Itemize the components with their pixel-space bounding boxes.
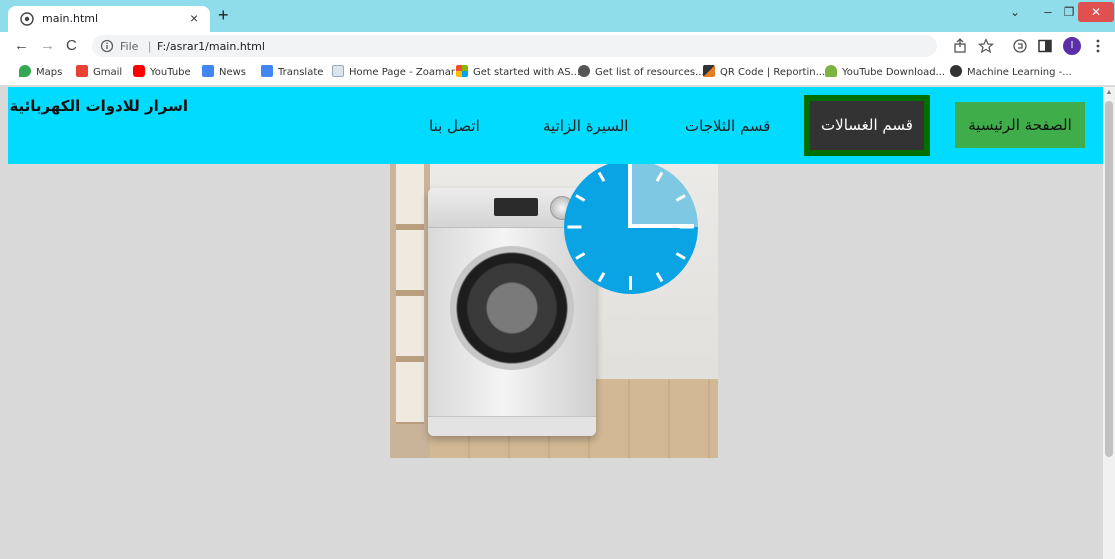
bookmark-news[interactable]: News (202, 65, 246, 81)
clock-hour-hand (630, 224, 694, 228)
info-icon[interactable] (100, 39, 114, 53)
page-viewport: اسرار للادوات الكهربائية اتصل بنا السيرة… (0, 87, 1103, 559)
nav-washers-label: قسم الغسالات (810, 101, 924, 150)
reload-icon[interactable]: C (66, 36, 77, 56)
nav-fridges-link[interactable]: قسم الثلاجات (685, 117, 770, 135)
bookmarks-bar: Maps Gmail YouTube News Translate Home P… (0, 60, 1115, 86)
nav-bio-link[interactable]: السيرة الزاتية (543, 117, 628, 135)
bookmark-resources[interactable]: Get list of resources... (578, 65, 705, 81)
globe-icon (578, 65, 590, 77)
clock-icon (564, 164, 698, 294)
address-bar[interactable]: File | F:/asrar1/main.html (92, 35, 937, 57)
scroll-thumb[interactable] (1105, 101, 1113, 457)
bookmark-machine-learning[interactable]: Machine Learning -... (950, 65, 1072, 81)
translate-icon (261, 65, 273, 77)
scroll-up-icon[interactable]: ▲ (1103, 87, 1115, 99)
page-icon (332, 65, 344, 77)
url-text[interactable]: F:/asrar1/main.html (157, 40, 265, 53)
gmail-icon (76, 65, 88, 77)
restore-button[interactable]: ❐ (1058, 2, 1080, 22)
menu-icon[interactable] (1090, 38, 1106, 54)
bookmark-youtube-download[interactable]: YouTube Download... (825, 65, 945, 81)
news-icon (202, 65, 214, 77)
browser-window: main.html × + ⌄ – ❐ ✕ ← → C File | F:/as… (0, 0, 1115, 559)
scheme-label: File (120, 40, 139, 53)
youtube-icon (133, 65, 145, 77)
washing-machine-image (390, 164, 718, 458)
bookmark-youtube[interactable]: YouTube (133, 65, 191, 81)
ml-icon (950, 65, 962, 77)
bookmark-qr-code[interactable]: QR Code | Reportin... (703, 65, 825, 81)
globe-icon (20, 12, 34, 26)
close-window-button[interactable]: ✕ (1078, 2, 1114, 22)
bookmark-zoamar[interactable]: Home Page - Zoamar (332, 65, 455, 81)
bookmark-maps[interactable]: Maps (19, 65, 62, 81)
windows-icon (456, 65, 468, 77)
profile-avatar[interactable]: I (1063, 37, 1081, 55)
nav-contact-link[interactable]: اتصل بنا (429, 117, 480, 135)
minimize-button[interactable]: – (1038, 2, 1058, 22)
bookmark-translate[interactable]: Translate (261, 65, 323, 81)
qr-icon (703, 65, 715, 77)
share-icon[interactable] (952, 38, 968, 54)
nav-washers-link[interactable]: قسم الغسالات (804, 95, 930, 156)
clock-minute-hand (628, 164, 632, 228)
scheme-separator: | (148, 39, 152, 53)
maps-icon (19, 65, 31, 77)
sidebar-icon[interactable] (1037, 38, 1053, 54)
site-navbar: اسرار للادوات الكهربائية اتصل بنا السيرة… (8, 87, 1103, 164)
site-brand: اسرار للادوات الكهربائية (9, 97, 188, 115)
tab-search-icon[interactable]: ⌄ (1006, 2, 1024, 22)
android-icon (825, 65, 837, 77)
back-arrow-icon[interactable]: ← (14, 36, 29, 56)
tab-strip: main.html × + ⌄ – ❐ ✕ (0, 0, 1115, 32)
star-icon[interactable] (978, 38, 994, 54)
close-tab-icon[interactable]: × (190, 10, 198, 26)
browser-toolbar: ← → C File | F:/asrar1/main.html I (0, 32, 1115, 60)
new-tab-button[interactable]: + (218, 5, 229, 25)
extensions-icon[interactable] (1012, 38, 1028, 54)
nav-home-link[interactable]: الصفحة الرئيسية (955, 102, 1085, 148)
bookshelf (390, 164, 430, 458)
forward-arrow-icon[interactable]: → (40, 36, 55, 56)
tab-title: main.html (42, 12, 99, 25)
vertical-scrollbar[interactable]: ▲ (1103, 87, 1115, 559)
tab-main[interactable]: main.html × (8, 6, 210, 32)
bookmark-get-started[interactable]: Get started with AS... (456, 65, 580, 81)
bookmark-gmail[interactable]: Gmail (76, 65, 122, 81)
washer-door (450, 246, 574, 370)
